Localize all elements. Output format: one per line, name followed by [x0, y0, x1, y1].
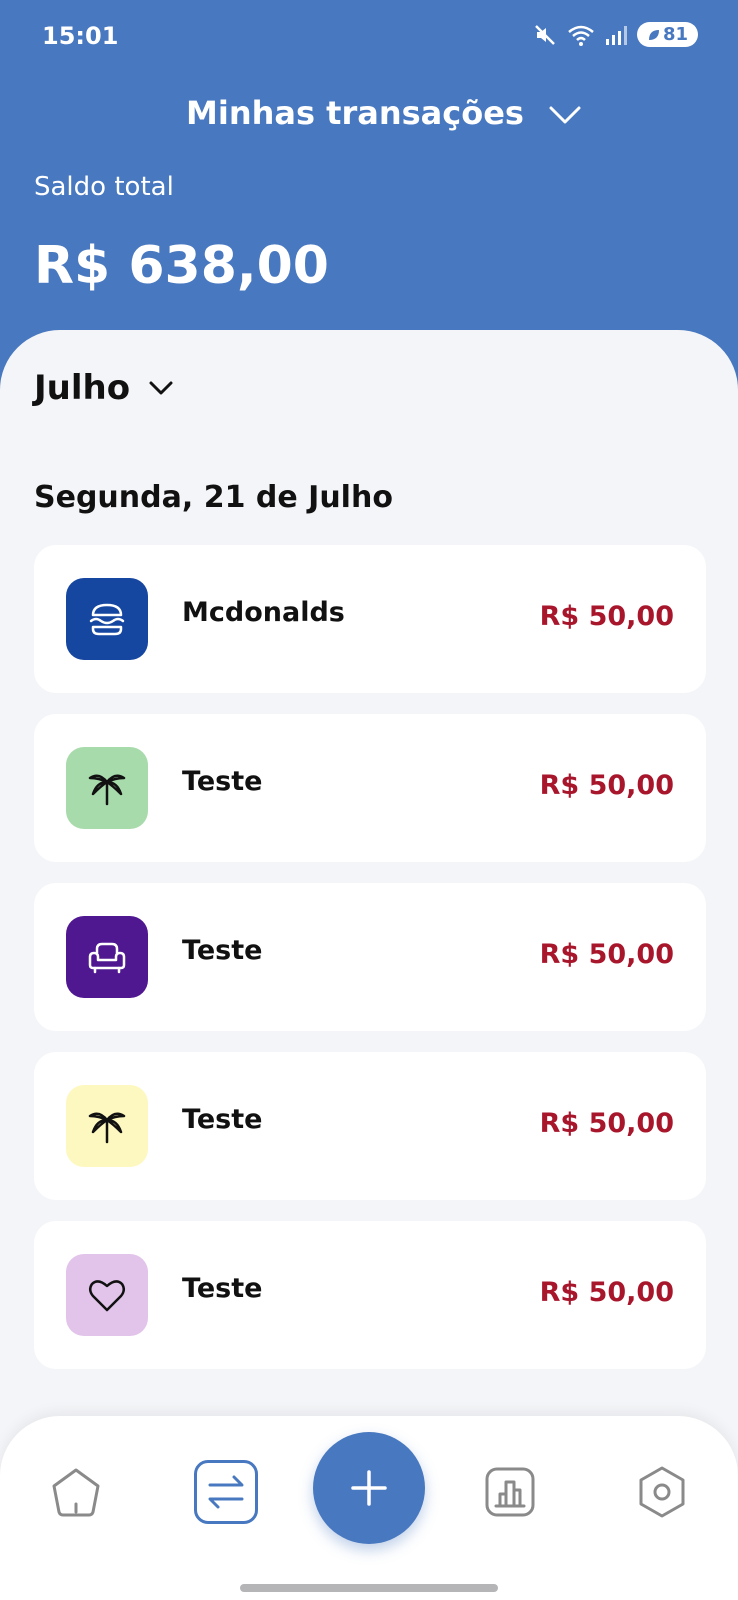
page-title[interactable]: Minhas transações: [186, 94, 524, 132]
transaction-amount: R$ 50,00: [539, 1108, 674, 1139]
bottom-nav: [0, 1416, 738, 1600]
transaction-card[interactable]: Teste R$ 50,00: [34, 714, 706, 862]
add-transaction-button[interactable]: [313, 1432, 425, 1544]
status-bar: 15:01 81: [0, 0, 738, 76]
transaction-name: Teste: [182, 1273, 263, 1304]
transaction-name: Teste: [182, 935, 263, 966]
month-selector[interactable]: Julho: [34, 368, 174, 408]
balance-label: Saldo total: [34, 172, 174, 202]
palm-tree-icon: [88, 1112, 126, 1144]
home-icon: [52, 1468, 100, 1517]
transaction-name: Teste: [182, 766, 263, 797]
leaf-icon: [648, 29, 659, 40]
header-title-row[interactable]: Minhas transações: [0, 90, 738, 140]
transaction-icon-bg: [66, 1254, 148, 1336]
armchair-icon: [88, 942, 126, 974]
plus-icon: [351, 1470, 387, 1506]
balance-value: R$ 638,00: [34, 236, 329, 296]
transaction-name: Teste: [182, 1104, 263, 1135]
transaction-amount: R$ 50,00: [539, 939, 674, 970]
wifi-icon: [568, 25, 594, 46]
chart-icon: [485, 1467, 535, 1517]
chevron-down-icon[interactable]: [548, 102, 582, 128]
transaction-icon-bg: [66, 1085, 148, 1167]
transaction-card[interactable]: Teste R$ 50,00: [34, 1052, 706, 1200]
transaction-icon-bg: [66, 916, 148, 998]
transaction-icon-bg: [66, 578, 148, 660]
status-icons: 81: [533, 22, 698, 47]
nav-settings-button[interactable]: [630, 1460, 694, 1524]
transaction-card[interactable]: Teste R$ 50,00: [34, 1221, 706, 1369]
battery-level: 81: [662, 24, 688, 45]
chevron-down-icon[interactable]: [148, 379, 174, 397]
signal-icon: [605, 25, 627, 45]
transaction-card[interactable]: Mcdonalds R$ 50,00: [34, 545, 706, 693]
transaction-amount: R$ 50,00: [539, 770, 674, 801]
palm-tree-icon: [88, 774, 126, 806]
burger-icon: [89, 603, 125, 636]
transaction-card[interactable]: Teste R$ 50,00: [34, 883, 706, 1031]
transaction-name: Mcdonalds: [182, 597, 345, 628]
hexagon-gear-icon: [639, 1466, 685, 1518]
mute-icon: [535, 24, 555, 45]
status-time: 15:01: [42, 22, 119, 50]
transaction-amount: R$ 50,00: [539, 1277, 674, 1308]
heart-icon: [89, 1280, 125, 1312]
month-label[interactable]: Julho: [34, 368, 130, 408]
nav-transactions-button[interactable]: [194, 1460, 258, 1524]
home-indicator[interactable]: [240, 1584, 498, 1592]
battery-indicator: 81: [636, 22, 698, 47]
day-heading: Segunda, 21 de Julho: [34, 480, 393, 515]
content-panel: Julho Segunda, 21 de Julho Mcdonalds R$ …: [0, 330, 738, 1600]
transaction-icon-bg: [66, 747, 148, 829]
transaction-amount: R$ 50,00: [539, 601, 674, 632]
transfer-icon: [208, 1475, 244, 1509]
nav-home-button[interactable]: [44, 1460, 108, 1524]
nav-stats-button[interactable]: [478, 1460, 542, 1524]
